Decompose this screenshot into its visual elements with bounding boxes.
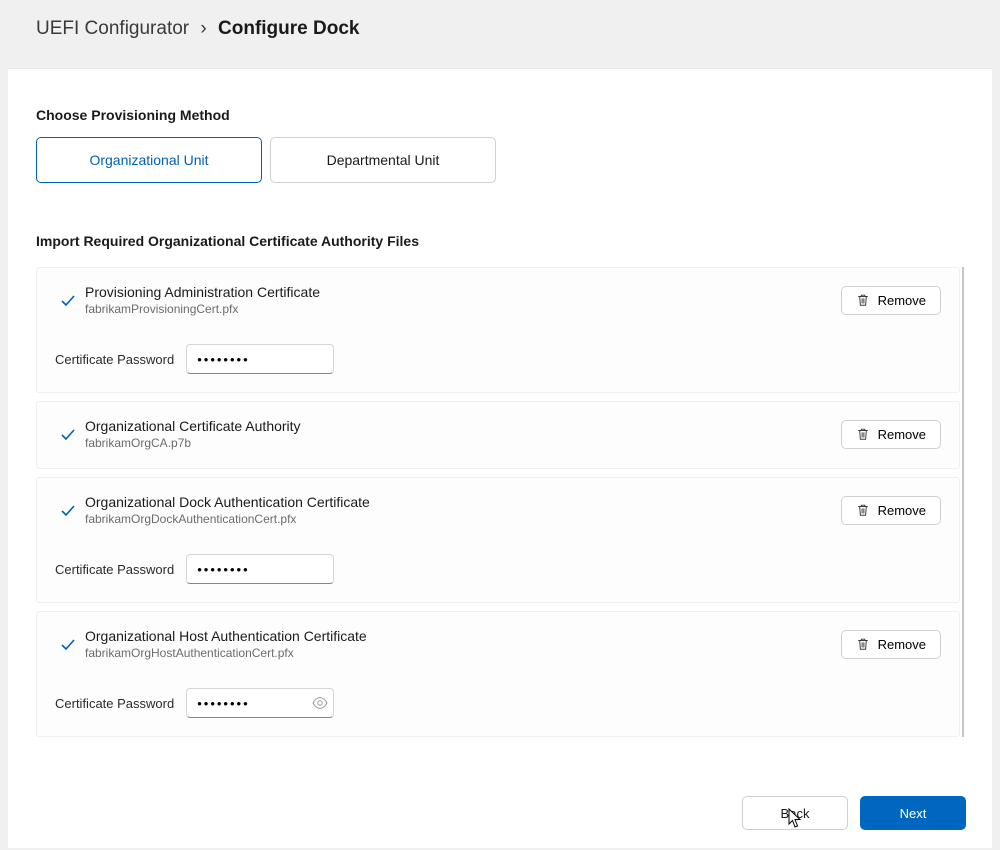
breadcrumb: UEFI Configurator › Configure Dock <box>0 0 1000 58</box>
trash-icon <box>856 293 870 307</box>
trash-icon <box>856 427 870 441</box>
back-button-label: Back <box>781 806 810 821</box>
password-field-wrap <box>186 688 334 718</box>
back-button[interactable]: Back <box>742 796 848 830</box>
check-wrap <box>55 501 81 519</box>
certificate-list: Provisioning Administration Certificate f… <box>36 267 964 737</box>
tab-departmental-unit[interactable]: Departmental Unit <box>270 137 496 183</box>
check-icon <box>60 637 76 653</box>
reveal-password-button[interactable] <box>311 694 329 712</box>
password-row: Certificate Password <box>55 554 941 584</box>
remove-button-label: Remove <box>878 293 926 308</box>
remove-button-label: Remove <box>878 427 926 442</box>
check-icon <box>60 427 76 443</box>
check-wrap <box>55 425 81 443</box>
password-label: Certificate Password <box>55 696 174 711</box>
remove-button[interactable]: Remove <box>841 496 941 525</box>
certificate-card: Organizational Dock Authentication Certi… <box>36 477 960 603</box>
password-row: Certificate Password <box>55 688 941 718</box>
tab-label: Departmental Unit <box>327 152 440 168</box>
remove-button[interactable]: Remove <box>841 630 941 659</box>
tab-label: Organizational Unit <box>89 152 208 168</box>
check-wrap <box>55 635 81 653</box>
certificate-row: Organizational Dock Authentication Certi… <box>55 494 941 526</box>
certificate-info: Organizational Dock Authentication Certi… <box>81 494 841 526</box>
certificate-filename: fabrikamOrgCA.p7b <box>85 436 841 450</box>
certificate-card: Organizational Certificate Authority fabr… <box>36 401 960 469</box>
certificate-card: Provisioning Administration Certificate f… <box>36 267 960 393</box>
breadcrumb-parent[interactable]: UEFI Configurator <box>36 18 189 39</box>
footer-buttons: Back Next <box>742 796 966 830</box>
certificate-row: Provisioning Administration Certificate f… <box>55 284 941 316</box>
remove-button-label: Remove <box>878 637 926 652</box>
next-button-label: Next <box>900 806 927 821</box>
certificate-title: Organizational Dock Authentication Certi… <box>85 494 841 510</box>
password-field-wrap <box>186 344 334 374</box>
certificates-heading: Import Required Organizational Certifica… <box>36 233 964 249</box>
password-label: Certificate Password <box>55 352 174 367</box>
check-icon <box>60 503 76 519</box>
password-row: Certificate Password <box>55 344 941 374</box>
certificate-card: Organizational Host Authentication Certi… <box>36 611 960 737</box>
remove-button-label: Remove <box>878 503 926 518</box>
certificate-filename: fabrikamProvisioningCert.pfx <box>85 302 841 316</box>
provisioning-heading: Choose Provisioning Method <box>36 107 964 123</box>
certificate-title: Organizational Certificate Authority <box>85 418 841 434</box>
breadcrumb-separator: › <box>200 18 206 39</box>
page-panel: Choose Provisioning Method Organizationa… <box>8 68 992 848</box>
certificate-row: Organizational Certificate Authority fabr… <box>55 418 941 450</box>
certificate-title: Provisioning Administration Certificate <box>85 284 841 300</box>
password-input[interactable] <box>186 344 334 374</box>
password-input[interactable] <box>186 554 334 584</box>
remove-button[interactable]: Remove <box>841 420 941 449</box>
tab-organizational-unit[interactable]: Organizational Unit <box>36 137 262 183</box>
check-icon <box>60 293 76 309</box>
certificate-filename: fabrikamOrgHostAuthenticationCert.pfx <box>85 646 841 660</box>
breadcrumb-current: Configure Dock <box>218 18 359 39</box>
next-button[interactable]: Next <box>860 796 966 830</box>
password-field-wrap <box>186 554 334 584</box>
password-label: Certificate Password <box>55 562 174 577</box>
certificate-info: Organizational Host Authentication Certi… <box>81 628 841 660</box>
certificate-row: Organizational Host Authentication Certi… <box>55 628 941 660</box>
provisioning-tabbar: Organizational Unit Departmental Unit <box>36 137 964 183</box>
remove-button[interactable]: Remove <box>841 286 941 315</box>
certificate-info: Provisioning Administration Certificate f… <box>81 284 841 316</box>
eye-icon <box>311 694 329 712</box>
check-wrap <box>55 291 81 309</box>
certificate-title: Organizational Host Authentication Certi… <box>85 628 841 644</box>
certificate-filename: fabrikamOrgDockAuthenticationCert.pfx <box>85 512 841 526</box>
certificate-info: Organizational Certificate Authority fabr… <box>81 418 841 450</box>
trash-icon <box>856 637 870 651</box>
trash-icon <box>856 503 870 517</box>
